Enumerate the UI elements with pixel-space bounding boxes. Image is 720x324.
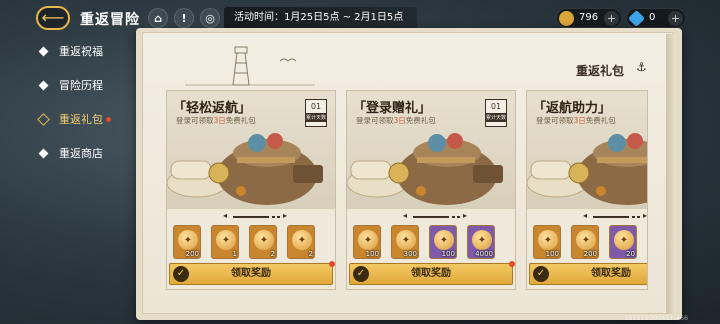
- notice-button[interactable]: !: [174, 8, 194, 28]
- notification-dot: [106, 116, 111, 122]
- notification-dot: [509, 261, 515, 267]
- pager-right-icon: ▸: [643, 211, 648, 220]
- carousel-pager: ◂ ▸: [527, 211, 648, 223]
- reward-item[interactable]: ✦ 200: [571, 225, 599, 259]
- claim-reward-button[interactable]: ✓ 领取奖励: [169, 261, 335, 285]
- page-title: 重返冒险: [80, 12, 140, 28]
- claim-reward-button[interactable]: ✓ 领取奖励: [349, 261, 515, 285]
- check-icon: ✓: [353, 266, 369, 282]
- section-title: 重返礼包: [576, 64, 625, 78]
- day-counter-badge: 01 累计天数: [485, 99, 507, 127]
- ticket-icon: ✦: [216, 230, 236, 250]
- check-icon: ✓: [173, 266, 189, 282]
- book-spine: [666, 34, 676, 314]
- check-icon: ✓: [533, 266, 549, 282]
- home-icon: ⌂: [154, 11, 162, 25]
- reward-item[interactable]: ✦ 2: [287, 225, 315, 259]
- reward-item[interactable]: ✦ 200: [173, 225, 201, 259]
- sidebar-item-shop[interactable]: 重返商店: [38, 142, 103, 164]
- card-title: 「登录赠礼」: [353, 101, 432, 116]
- orb-icon: ✦: [292, 230, 312, 250]
- pager-right-icon: ▸: [283, 211, 288, 220]
- medal-icon: ✦: [178, 230, 198, 250]
- diamond-bullet-icon: [38, 148, 49, 158]
- card-illustration: 「轻松返航」 登录可领取3日免费礼包 01 累计天数: [167, 91, 335, 209]
- lighthouse-decoration: [185, 46, 315, 86]
- event-time: 活动时间：1月25日5点 ~ 2月1日5点: [224, 7, 418, 29]
- build-id: 101111000451.466: [624, 314, 689, 322]
- medal-icon: ✦: [358, 230, 378, 250]
- sidebar-item-journey[interactable]: 冒险历程: [38, 74, 103, 96]
- exclamation-icon: !: [181, 11, 187, 25]
- card-subtitle: 登录可领取3日免费礼包: [176, 116, 256, 125]
- pager-left-icon: ◂: [583, 211, 588, 220]
- reward-row: ✦ 100 ✦ 300 ✦ 100 ✦ 4000: [353, 225, 513, 259]
- add-gold-button[interactable]: +: [604, 11, 619, 26]
- diamond-bullet-icon: [38, 46, 49, 56]
- reward-item[interactable]: ✦ 20: [609, 225, 637, 259]
- gift-card: 「轻松返航」 登录可领取3日免费礼包 01 累计天数 ◂ ▸ ✦ 200 ✦ 1: [166, 90, 336, 290]
- blue-diamond-icon: [628, 10, 645, 27]
- notification-dot: [329, 261, 335, 267]
- add-diamond-button[interactable]: +: [668, 11, 683, 26]
- claim-reward-button[interactable]: ✓ 领取奖励: [529, 263, 647, 285]
- medal-icon: ✦: [538, 230, 558, 250]
- sidebar-item-gift-pack[interactable]: 重返礼包: [37, 108, 111, 130]
- diamond-bullet-icon: [38, 80, 49, 90]
- pager-right-icon: ▸: [463, 211, 468, 220]
- arrow-left-icon: ⟵: [41, 8, 65, 27]
- gift-card: 「返航助力」 登录可领取3日免费礼包 ◂ ▸ ✦ 100 ✦ 200 ✦ 20: [526, 90, 648, 290]
- card-subtitle: 登录可领取3日免费礼包: [536, 116, 616, 125]
- reward-item[interactable]: ✦ 100: [353, 225, 381, 259]
- card-illustration: 「登录赠礼」 登录可领取3日免费礼包 01 累计天数: [347, 91, 515, 209]
- diamond-bullet-icon: [37, 112, 50, 126]
- scroll-icon: ✦: [434, 230, 454, 250]
- card-icon: ✦: [614, 230, 634, 250]
- reward-item[interactable]: ✦ 300: [391, 225, 419, 259]
- card-title: 「轻松返航」: [173, 101, 252, 116]
- gold-currency: 796 +: [556, 8, 622, 28]
- badge-icon: ✦: [396, 230, 416, 250]
- reward-item[interactable]: ✦ 100: [533, 225, 561, 259]
- gift-card: 「登录赠礼」 登录可领取3日免费礼包 01 累计天数 ◂ ▸ ✦ 100 ✦ 3…: [346, 90, 516, 290]
- card-subtitle: 登录可领取3日免费礼包: [356, 116, 436, 125]
- meat-icon: ✦: [576, 230, 596, 250]
- swirl-icon: ◎: [205, 11, 215, 25]
- home-button[interactable]: ⌂: [148, 8, 168, 28]
- sidebar-item-blessing[interactable]: 重返祝福: [38, 40, 103, 62]
- reward-item[interactable]: ✦ 2: [249, 225, 277, 259]
- reward-item[interactable]: ✦ 100: [429, 225, 457, 259]
- card-illustration: 「返航助力」 登录可领取3日免费礼包: [527, 91, 647, 209]
- back-button[interactable]: ⟵: [36, 6, 70, 30]
- pager-left-icon: ◂: [403, 211, 408, 220]
- day-counter-badge: 01 累计天数: [305, 99, 327, 127]
- reward-item[interactable]: ✦ 4000: [467, 225, 495, 259]
- carousel-pager: ◂ ▸: [347, 211, 515, 223]
- anchor-icon: ⚓: [636, 60, 647, 74]
- card-title: 「返航助力」: [533, 101, 612, 116]
- gold-coin-icon: [559, 11, 574, 26]
- reward-row: ✦ 100 ✦ 200 ✦ 20: [533, 225, 647, 259]
- reward-row: ✦ 200 ✦ 1 ✦ 2 ✦ 2: [173, 225, 333, 259]
- pager-left-icon: ◂: [223, 211, 228, 220]
- diamond-currency: 0 +: [626, 8, 686, 28]
- reward-item[interactable]: ✦ 1: [211, 225, 239, 259]
- carousel-pager: ◂ ▸: [167, 211, 335, 223]
- swirl-button[interactable]: ◎: [200, 8, 220, 28]
- coupon-icon: ✦: [254, 230, 274, 250]
- coin-icon: ✦: [472, 230, 492, 250]
